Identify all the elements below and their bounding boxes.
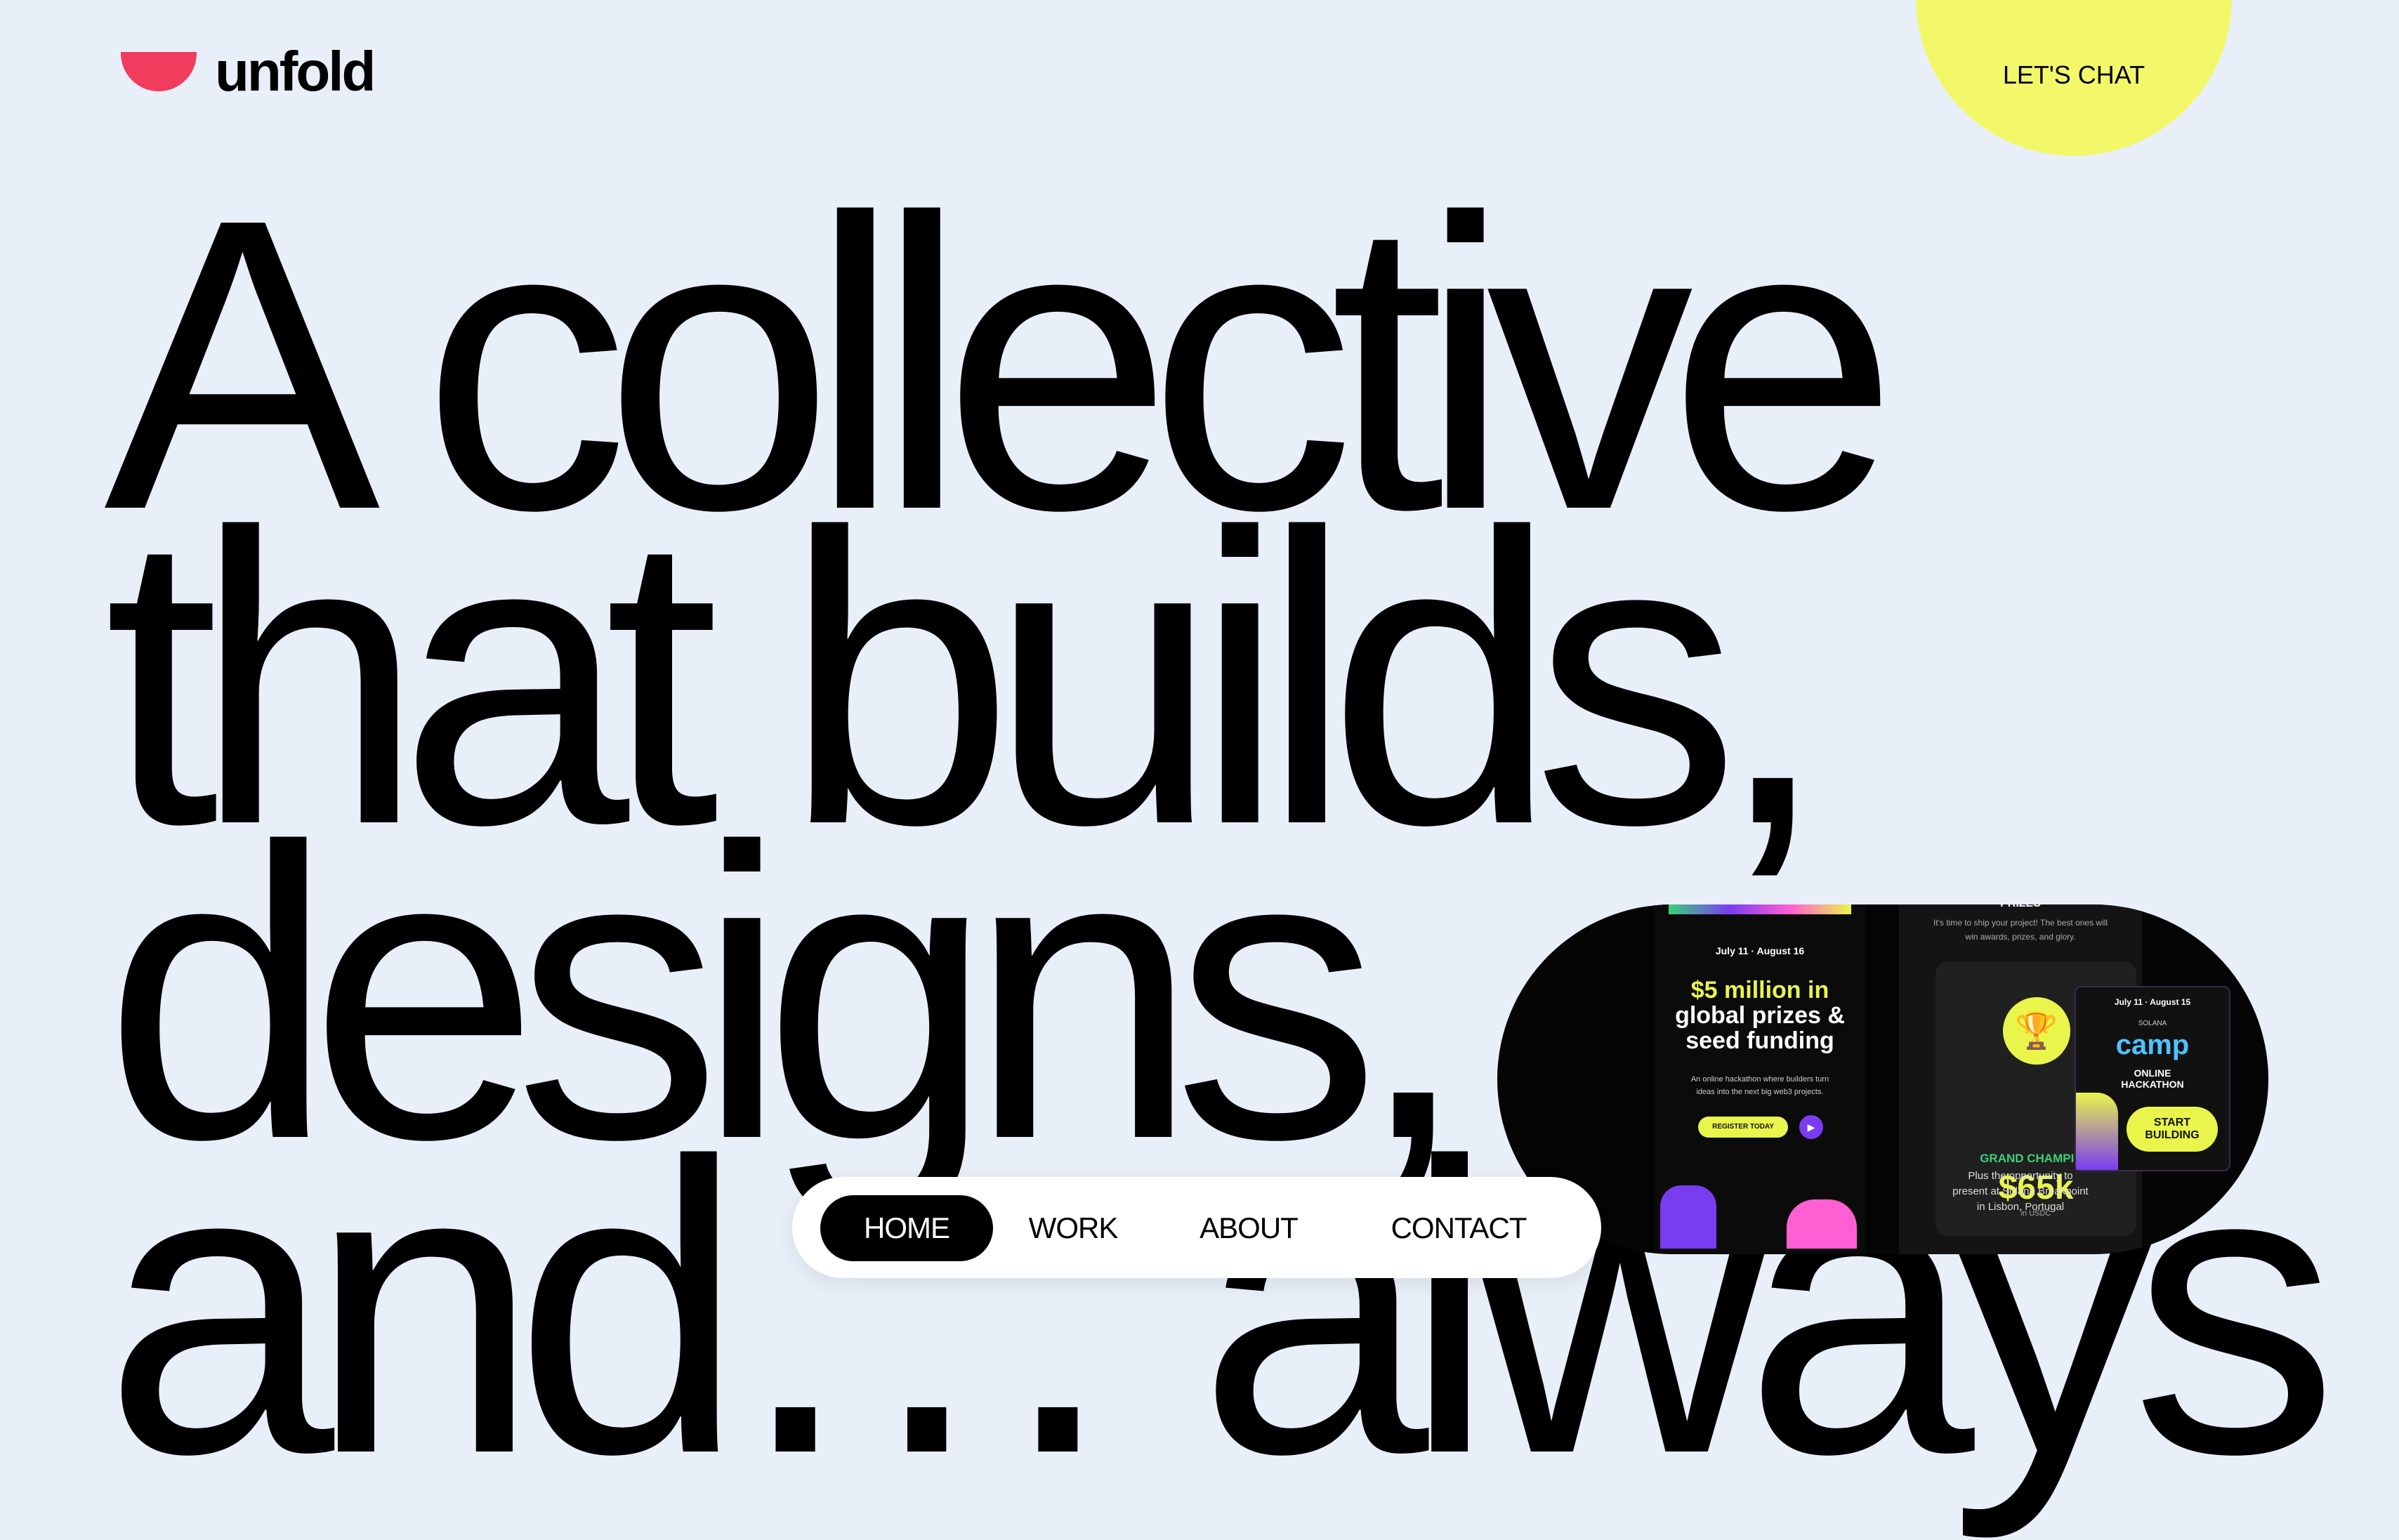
camp-dates: July 11 · August 15 bbox=[2114, 997, 2191, 1007]
start-building-line: BUILDING bbox=[2145, 1129, 2200, 1141]
camp-subtitle-line: HACKATHON bbox=[2121, 1079, 2184, 1090]
decorative-shapes-icon bbox=[2076, 1093, 2118, 1170]
register-button[interactable]: REGISTER TODAY bbox=[1698, 1117, 1788, 1138]
prize-headline: $5 million in global prizes & seed fundi… bbox=[1655, 978, 1865, 1053]
nav-item-about[interactable]: ABOUT bbox=[1171, 1195, 1326, 1261]
award-note-line: present at Solana Breakpoint bbox=[1952, 1185, 2089, 1197]
brand-name: unfold bbox=[215, 40, 376, 103]
nav-item-work[interactable]: WORK bbox=[1001, 1195, 1145, 1261]
decorative-shapes-icon bbox=[1669, 904, 1851, 914]
lets-chat-button[interactable]: LET'S CHAT bbox=[1916, 0, 2232, 156]
character-illustration-icon bbox=[1787, 1199, 1857, 1249]
start-building-button[interactable]: START BUILDING bbox=[2127, 1107, 2218, 1152]
award-note-line: in Lisbon, Portugal bbox=[1976, 1201, 2065, 1213]
camp-org: SOLANA bbox=[2138, 1020, 2167, 1027]
hackathon-description: An online hackathon where builders turn … bbox=[1690, 1075, 1829, 1096]
camp-poster: July 11 · August 15 SOLANA camp ONLINE H… bbox=[2075, 986, 2230, 1171]
prize-line: global prizes & bbox=[1675, 1002, 1845, 1029]
main-nav: HOME WORK ABOUT CONTACT bbox=[792, 1177, 1601, 1278]
hackathon-card: July 11 · August 16 $5 million in global… bbox=[1655, 904, 1865, 1254]
trophy-icon: 🏆 bbox=[2003, 997, 2070, 1065]
prizes-intro: It's time to ship your project! The best… bbox=[1933, 918, 2108, 942]
hackathon-dates: July 11 · August 16 bbox=[1715, 945, 1805, 956]
camp-subtitle: ONLINE HACKATHON bbox=[2076, 1067, 2229, 1090]
prize-line: seed funding bbox=[1685, 1027, 1834, 1054]
nav-item-home[interactable]: HOME bbox=[820, 1195, 993, 1261]
prizes-heading: PRIZES bbox=[1899, 904, 2142, 910]
nav-item-contact[interactable]: CONTACT bbox=[1347, 1195, 1570, 1261]
character-illustration-icon bbox=[1660, 1185, 1716, 1249]
logo-mark-icon bbox=[121, 52, 197, 91]
camp-subtitle-line: ONLINE bbox=[2134, 1067, 2171, 1079]
play-icon[interactable]: ▶ bbox=[1799, 1115, 1823, 1139]
brand-logo[interactable]: unfold bbox=[121, 40, 376, 103]
prize-line: $5 million in bbox=[1690, 977, 1829, 1003]
camp-title: camp bbox=[2115, 1029, 2190, 1060]
project-preview[interactable]: July 11 · August 16 $5 million in global… bbox=[1497, 904, 2268, 1254]
award-note: Plus the opportunity to present at Solan… bbox=[1899, 1169, 2142, 1215]
start-building-line: START bbox=[2153, 1117, 2191, 1128]
